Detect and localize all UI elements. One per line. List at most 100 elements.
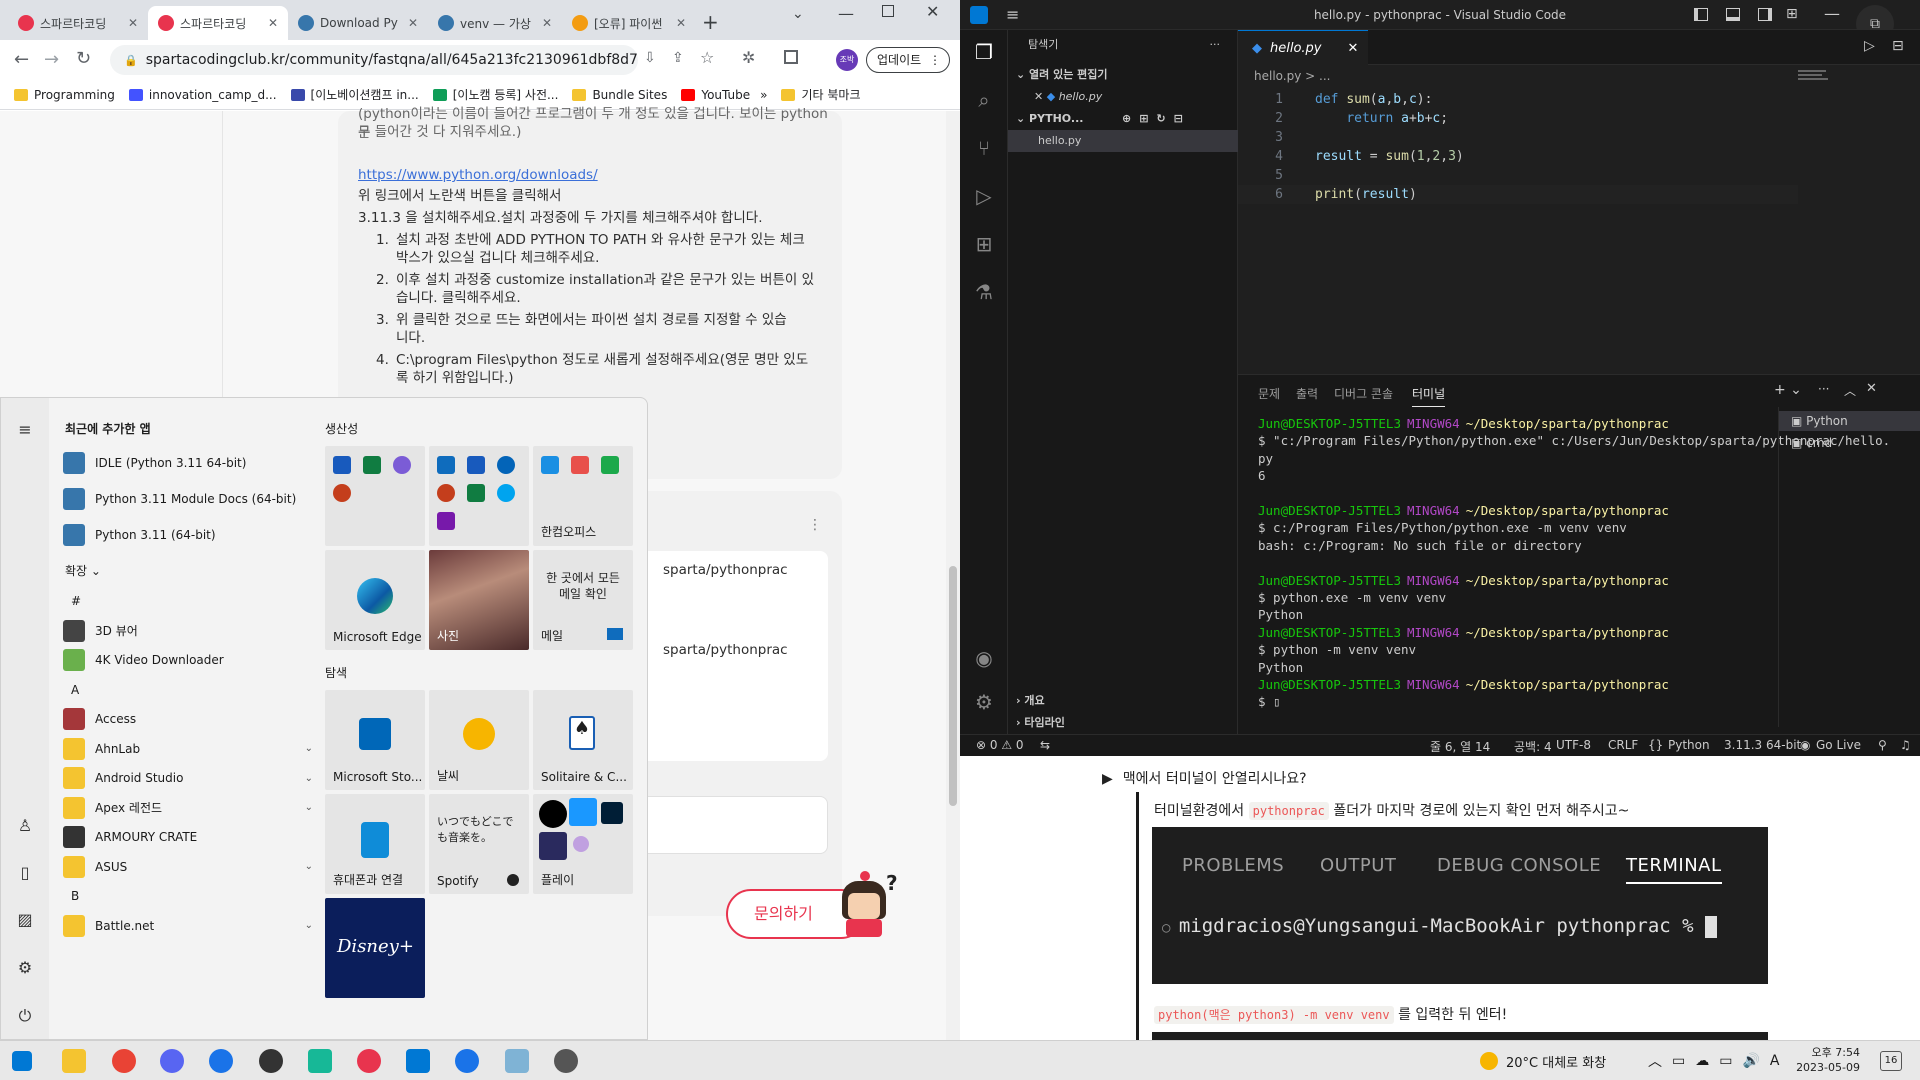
- expand-button[interactable]: 확장 ⌄: [65, 562, 101, 579]
- timeline-section[interactable]: › 타임라인: [1008, 712, 1238, 734]
- terminal-item-cmd[interactable]: ▣ cmd: [1779, 433, 1920, 453]
- search-icon[interactable]: ⌕: [972, 88, 996, 112]
- tile-office-group[interactable]: [325, 446, 425, 546]
- sidepanel-icon[interactable]: [784, 50, 798, 64]
- file-item-hello[interactable]: hello.py: [1008, 130, 1238, 152]
- notifications-bell-icon[interactable]: ♫: [1900, 738, 1911, 752]
- tile-weather[interactable]: 날씨: [429, 690, 529, 790]
- share-icon[interactable]: ⇪: [672, 50, 684, 66]
- avatar[interactable]: 조박: [836, 49, 858, 71]
- app-tray-icon[interactable]: ▭: [1672, 1053, 1685, 1069]
- scroll-thumb[interactable]: [949, 566, 957, 806]
- gear-icon[interactable]: ⚙: [972, 690, 996, 714]
- settings-gear-icon[interactable]: [554, 1049, 578, 1073]
- minimize-icon[interactable]: —: [838, 4, 854, 23]
- close-icon[interactable]: ✕: [408, 16, 418, 30]
- minimize-icon[interactable]: —: [1824, 4, 1840, 23]
- section-letter[interactable]: A: [71, 683, 79, 697]
- tile-photos[interactable]: 사진: [429, 550, 529, 650]
- install-icon[interactable]: ⇩: [644, 50, 656, 66]
- app-item[interactable]: 4K Video Downloader: [63, 645, 313, 675]
- bookmark-item[interactable]: YouTube: [681, 88, 750, 102]
- close-icon[interactable]: ✕: [128, 16, 138, 30]
- tile-mail[interactable]: 한 곳에서 모든 메일 확인 메일: [533, 550, 633, 650]
- chevron-right-icon[interactable]: »: [760, 88, 767, 102]
- browser-tab[interactable]: Download Py ✕: [288, 6, 428, 40]
- teamviewer-icon[interactable]: [455, 1049, 479, 1073]
- tile-edge[interactable]: Microsoft Edge: [325, 550, 425, 650]
- indentation[interactable]: 공백: 4: [1514, 738, 1552, 755]
- app-item[interactable]: 3D 뷰어: [63, 616, 313, 646]
- code-editor[interactable]: 1 def sum(a,b,c): 2 return a+b+c; 3 4 result …: [1238, 90, 1920, 290]
- forward-arrow-icon[interactable]: →: [44, 49, 59, 70]
- bookmark-star-icon[interactable]: ☆: [700, 48, 714, 67]
- close-icon[interactable]: ✕: [542, 16, 552, 30]
- tile-disney[interactable]: Disney+: [325, 898, 425, 998]
- tile-spotify[interactable]: いつでもどこでも音楽を。 Spotify: [429, 794, 529, 894]
- toggle-heading[interactable]: ▶ 맥에서 터미널이 안열리시나요?: [1102, 768, 1307, 788]
- sparta-app-icon[interactable]: [357, 1049, 381, 1073]
- notification-badge[interactable]: 16: [1880, 1051, 1902, 1071]
- chrome-icon[interactable]: [112, 1049, 136, 1073]
- encoding[interactable]: UTF-8: [1556, 738, 1591, 752]
- new-terminal-icon[interactable]: + ⌄: [1774, 382, 1802, 398]
- accounts-icon[interactable]: ⚲: [1878, 738, 1887, 752]
- more-dots-icon[interactable]: ···: [1818, 382, 1829, 396]
- close-icon[interactable]: ✕: [1034, 90, 1047, 103]
- run-icon[interactable]: ▷: [1864, 38, 1875, 54]
- terminal-item-python[interactable]: ▣ Python: [1779, 411, 1920, 431]
- app-item[interactable]: Access: [63, 704, 313, 734]
- line-ending[interactable]: CRLF: [1608, 738, 1638, 752]
- windows-start-icon[interactable]: [12, 1051, 32, 1071]
- app-item-python-docs[interactable]: Python 3.11 Module Docs (64-bit): [63, 484, 313, 514]
- tab-output[interactable]: 출력: [1296, 385, 1318, 402]
- update-button[interactable]: 업데이트 ⋮: [866, 47, 950, 73]
- close-icon[interactable]: ✕: [676, 16, 686, 30]
- close-window-icon[interactable]: ✕: [926, 2, 939, 21]
- app-item[interactable]: Battle.net ⌄: [63, 911, 313, 941]
- tab-terminal[interactable]: 터미널: [1412, 385, 1446, 407]
- tab-problems[interactable]: 문제: [1258, 385, 1280, 402]
- open-editor-item[interactable]: ✕ ◆ hello.py: [1008, 86, 1238, 108]
- browser-tab[interactable]: [오류] 파이썬 ✕: [562, 6, 696, 40]
- discord-icon[interactable]: [160, 1049, 184, 1073]
- explorer-icon[interactable]: ❐: [972, 40, 996, 64]
- bookmark-item[interactable]: innovation_camp_d...: [128, 88, 277, 102]
- close-icon[interactable]: ✕: [1348, 41, 1359, 56]
- folder-actions-icon[interactable]: ⊕⊞↻⊟: [1122, 108, 1191, 130]
- minimap[interactable]: [1798, 70, 1858, 90]
- extensions-icon[interactable]: ✲: [742, 48, 755, 67]
- address-bar[interactable]: 🔒 spartacodingclub.kr/community/fastqna/…: [110, 45, 638, 75]
- terminal-output[interactable]: Jun@DESKTOP-J5TTEL3 MINGW64 ~/Desktop/spar…: [1238, 415, 1890, 715]
- hamburger-menu-icon[interactable]: ≡: [15, 420, 35, 440]
- toggle-panel-icon[interactable]: [1726, 8, 1740, 21]
- app-item[interactable]: ARMOURY CRATE: [63, 822, 313, 852]
- gear-icon[interactable]: ⚙: [15, 958, 35, 978]
- breadcrumb[interactable]: hello.py > ...: [1254, 69, 1330, 83]
- tile-hancom[interactable]: 한컴오피스: [533, 446, 633, 546]
- file-explorer-icon[interactable]: [62, 1049, 86, 1073]
- browser-tab-active[interactable]: 스파르타코딩 ✕: [148, 6, 288, 40]
- folder-section[interactable]: ⌄ PYTHO... ⊕⊞↻⊟: [1008, 108, 1238, 130]
- open-editors-section[interactable]: ⌄ 열려 있는 편집기: [1008, 64, 1238, 86]
- network-icon[interactable]: ▭: [1719, 1053, 1732, 1069]
- tile-phone-link[interactable]: 휴대폰과 연결: [325, 794, 425, 894]
- volume-icon[interactable]: 🔊: [1742, 1053, 1759, 1069]
- chevron-up-icon[interactable]: ︿: [1648, 1051, 1662, 1071]
- app-item[interactable]: AhnLab ⌄: [63, 734, 313, 764]
- tile-play-folder[interactable]: 플레이: [533, 794, 633, 894]
- section-letter[interactable]: #: [71, 594, 81, 608]
- clock[interactable]: 오후 7:54 2023-05-09: [1794, 1045, 1860, 1075]
- maximize-panel-icon[interactable]: ︿: [1844, 382, 1856, 399]
- anaconda-icon[interactable]: [308, 1049, 332, 1073]
- bookmark-item[interactable]: Programming: [14, 88, 115, 102]
- back-arrow-icon[interactable]: ←: [14, 49, 29, 70]
- bookmark-item[interactable]: Bundle Sites: [572, 88, 667, 102]
- tile-store[interactable]: Microsoft Sto...: [325, 690, 425, 790]
- tile-office-group-2[interactable]: [429, 446, 529, 546]
- bookmark-item-other[interactable]: 기타 북마크: [781, 86, 860, 103]
- reload-icon[interactable]: ↻: [76, 48, 91, 69]
- go-live-button[interactable]: Go Live: [1816, 738, 1861, 752]
- tab-debug-console[interactable]: 디버그 콘솔: [1334, 385, 1393, 402]
- bookmark-item[interactable]: [이노베이션캠프 in...: [290, 86, 419, 103]
